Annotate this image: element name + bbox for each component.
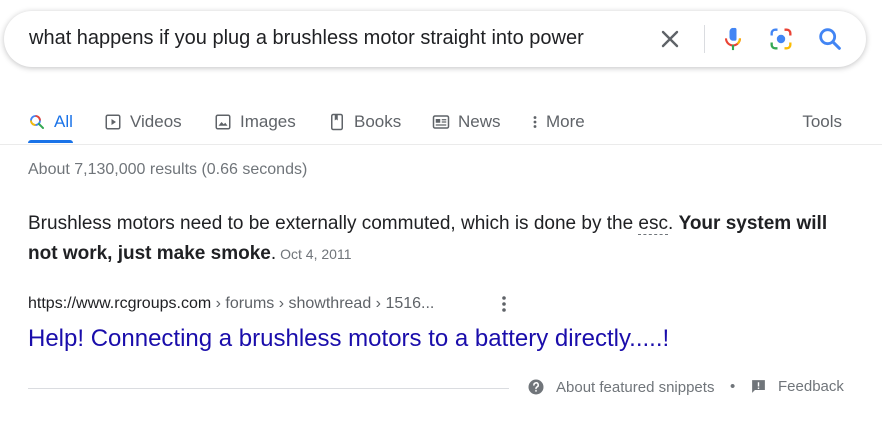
- snippet-date: Oct 4, 2011: [280, 246, 352, 262]
- searchbar-divider: [704, 25, 705, 53]
- tab-label: Videos: [130, 112, 182, 131]
- tab-videos[interactable]: Videos: [104, 106, 182, 138]
- help-icon: [528, 379, 544, 395]
- about-label: About featured snippets: [556, 378, 715, 396]
- search-bar: what happens if you plug a brushless mot…: [4, 11, 866, 67]
- microphone-icon[interactable]: [719, 25, 747, 53]
- book-icon: [331, 113, 343, 131]
- tab-images[interactable]: Images: [214, 106, 296, 138]
- result-url[interactable]: https://www.rcgroups.com › forums › show…: [28, 295, 434, 313]
- search-icon: [30, 115, 44, 129]
- snippet-term-link[interactable]: esc: [638, 213, 668, 235]
- result-title-link[interactable]: Help! Connecting a brushless motors to a…: [28, 325, 669, 353]
- tab-label: Books: [354, 112, 402, 131]
- footer-bullet: •: [730, 378, 736, 395]
- tab-all[interactable]: All: [28, 106, 73, 138]
- more-options-icon[interactable]: [496, 294, 512, 314]
- tab-label: News: [458, 112, 501, 131]
- image-icon: [215, 114, 231, 130]
- footer-divider: [28, 388, 509, 389]
- feedback-icon: [752, 380, 765, 393]
- tab-label: More: [546, 112, 585, 131]
- search-icon[interactable]: [816, 25, 844, 53]
- clear-icon[interactable]: [658, 27, 682, 51]
- camera-lens-icon[interactable]: [767, 25, 795, 53]
- tools-button[interactable]: Tools: [802, 106, 842, 138]
- about-featured-snippets-link[interactable]: About featured snippets: [527, 378, 714, 396]
- search-tabs: All Videos Images Books News More Tools: [0, 100, 882, 145]
- snippet-period: .: [270, 243, 277, 264]
- feedback-label: Feedback: [778, 378, 844, 395]
- news-icon: [432, 115, 450, 129]
- snippet-text: .: [668, 213, 679, 234]
- tab-label: Images: [240, 112, 296, 131]
- tab-more[interactable]: More: [530, 106, 585, 138]
- play-icon: [105, 114, 121, 130]
- result-domain: https://www.rcgroups.com: [28, 295, 212, 312]
- tab-news[interactable]: News: [432, 106, 501, 138]
- featured-snippet: Brushless motors need to be externally c…: [28, 209, 848, 269]
- result-path: › forums › showthread › 1516...: [211, 295, 435, 312]
- tab-books[interactable]: Books: [328, 106, 401, 138]
- more-vert-icon: [533, 116, 537, 128]
- result-stats: About 7,130,000 results (0.66 seconds): [28, 161, 308, 178]
- search-input[interactable]: what happens if you plug a brushless mot…: [29, 27, 584, 50]
- active-tab-indicator: [28, 140, 73, 143]
- feedback-link[interactable]: Feedback: [750, 378, 844, 395]
- tab-label: All: [54, 112, 73, 131]
- snippet-text: Brushless motors need to be externally c…: [28, 213, 639, 234]
